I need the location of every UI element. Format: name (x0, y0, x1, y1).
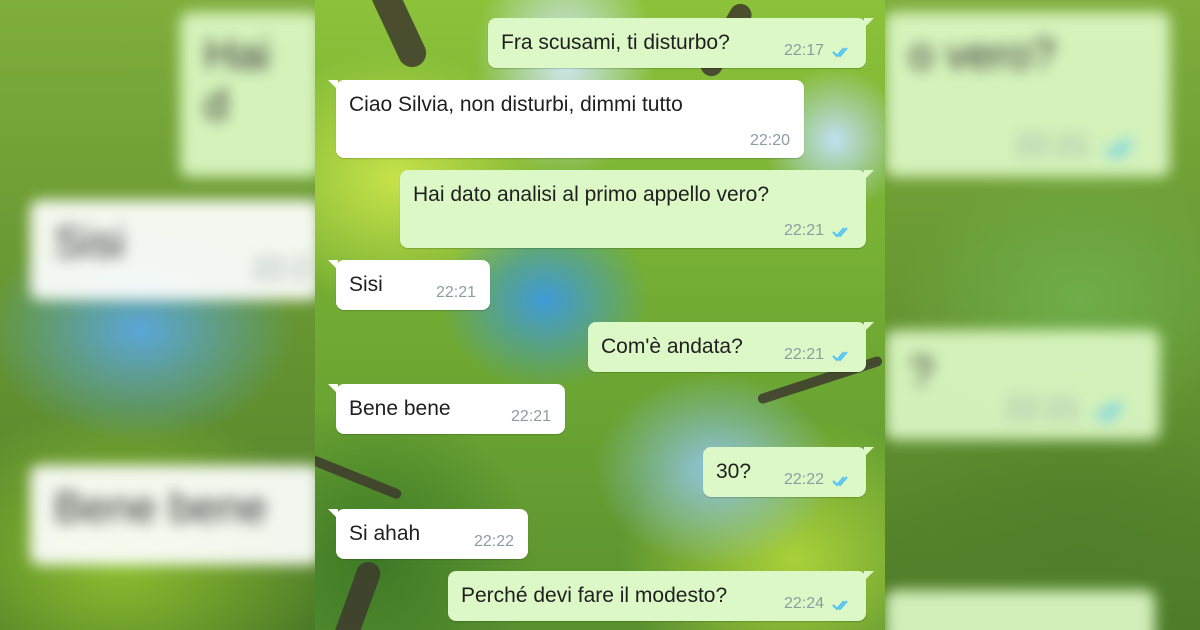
bubble-tail (328, 384, 338, 394)
message-bubble-outgoing[interactable]: Fra scusami, ti disturbo? 22:17 (488, 18, 874, 68)
message-time: 22:21 (435, 284, 476, 301)
message-time: 22:22 (473, 533, 514, 550)
message-time: 22:17 (783, 42, 824, 59)
ghost-time: 22:21 (1004, 392, 1080, 425)
ghost-bubble-sisi: Sisi 22:2 (30, 200, 320, 300)
message-bubble-outgoing[interactable]: Com'è andata? 22:21 (588, 322, 874, 372)
message-text: Sisi (349, 273, 383, 296)
message-time: 22:21 (783, 222, 824, 239)
message-bubble-incoming[interactable]: Bene bene 22:21 (328, 384, 565, 434)
message-time: 22:20 (749, 132, 790, 149)
double-check-icon (832, 600, 848, 611)
bubble-tail (864, 170, 874, 180)
ghost-time: 22:21 (1014, 129, 1090, 162)
message-bubble-incoming[interactable]: Si ahah 22:22 (328, 509, 528, 559)
ghost-bubble-bene: Bene bene (30, 465, 320, 565)
message-text: Com'è andata? (601, 335, 743, 358)
message-time: 22:21 (783, 346, 824, 363)
message-bubble-outgoing[interactable]: Perché devi fare il modesto? 22:24 (448, 571, 874, 621)
message-text: Fra scusami, ti disturbo? (501, 31, 730, 54)
ghost-text: Hai d (204, 30, 271, 129)
bubble-tail (864, 322, 874, 332)
message-time: 22:21 (510, 408, 551, 425)
message-text: Bene bene (349, 397, 451, 420)
double-check-icon (832, 476, 848, 487)
message-text: Perché devi fare il modesto? (461, 584, 728, 607)
ghost-bubble-top-right: o vero? 22:21 (885, 12, 1170, 177)
message-text: Si ahah (349, 522, 421, 545)
double-check-icon (1094, 402, 1123, 422)
double-check-icon (832, 351, 848, 362)
message-bubble-outgoing[interactable]: Hai dato analisi al primo appello vero? … (400, 170, 874, 248)
tree-trunk (367, 0, 431, 72)
message-text: 30? (716, 460, 752, 483)
tree-trunk (330, 558, 384, 630)
bubble-tail (864, 18, 874, 28)
bubble-tail (328, 509, 338, 519)
bubble-tail (328, 260, 338, 270)
message-text: Hai dato analisi al primo appello vero? (413, 183, 770, 206)
chat-panel: Fra scusami, ti disturbo? 22:17 Ciao Sil… (315, 0, 885, 630)
bubble-tail (864, 447, 874, 457)
ghost-text: Sisi (54, 218, 125, 267)
message-time: 22:22 (783, 471, 824, 488)
ghost-bubble-right-mid: ? 22:21 (885, 330, 1160, 440)
ghost-text: ? (909, 348, 934, 397)
ghost-text: Bene bene (54, 483, 267, 532)
message-bubble-incoming[interactable]: Ciao Silvia, non disturbi, dimmi tutto 2… (328, 80, 804, 158)
message-time: 22:24 (783, 595, 824, 612)
message-bubble-incoming[interactable]: Sisi 22:21 (328, 260, 490, 310)
ghost-bubble-bottom-right (885, 590, 1155, 630)
double-check-icon (832, 47, 848, 58)
ghost-time: 22:2 (251, 252, 310, 285)
ghost-bubble-top: Hai d (180, 12, 320, 177)
bubble-tail (864, 571, 874, 581)
message-bubble-outgoing[interactable]: 30? 22:22 (703, 447, 874, 497)
bubble-tail (328, 80, 338, 90)
message-text: Ciao Silvia, non disturbi, dimmi tutto (349, 93, 683, 116)
tree-branch (315, 449, 403, 501)
double-check-icon (1104, 139, 1133, 159)
ghost-text: o vero? (909, 30, 1056, 79)
double-check-icon (832, 227, 848, 238)
